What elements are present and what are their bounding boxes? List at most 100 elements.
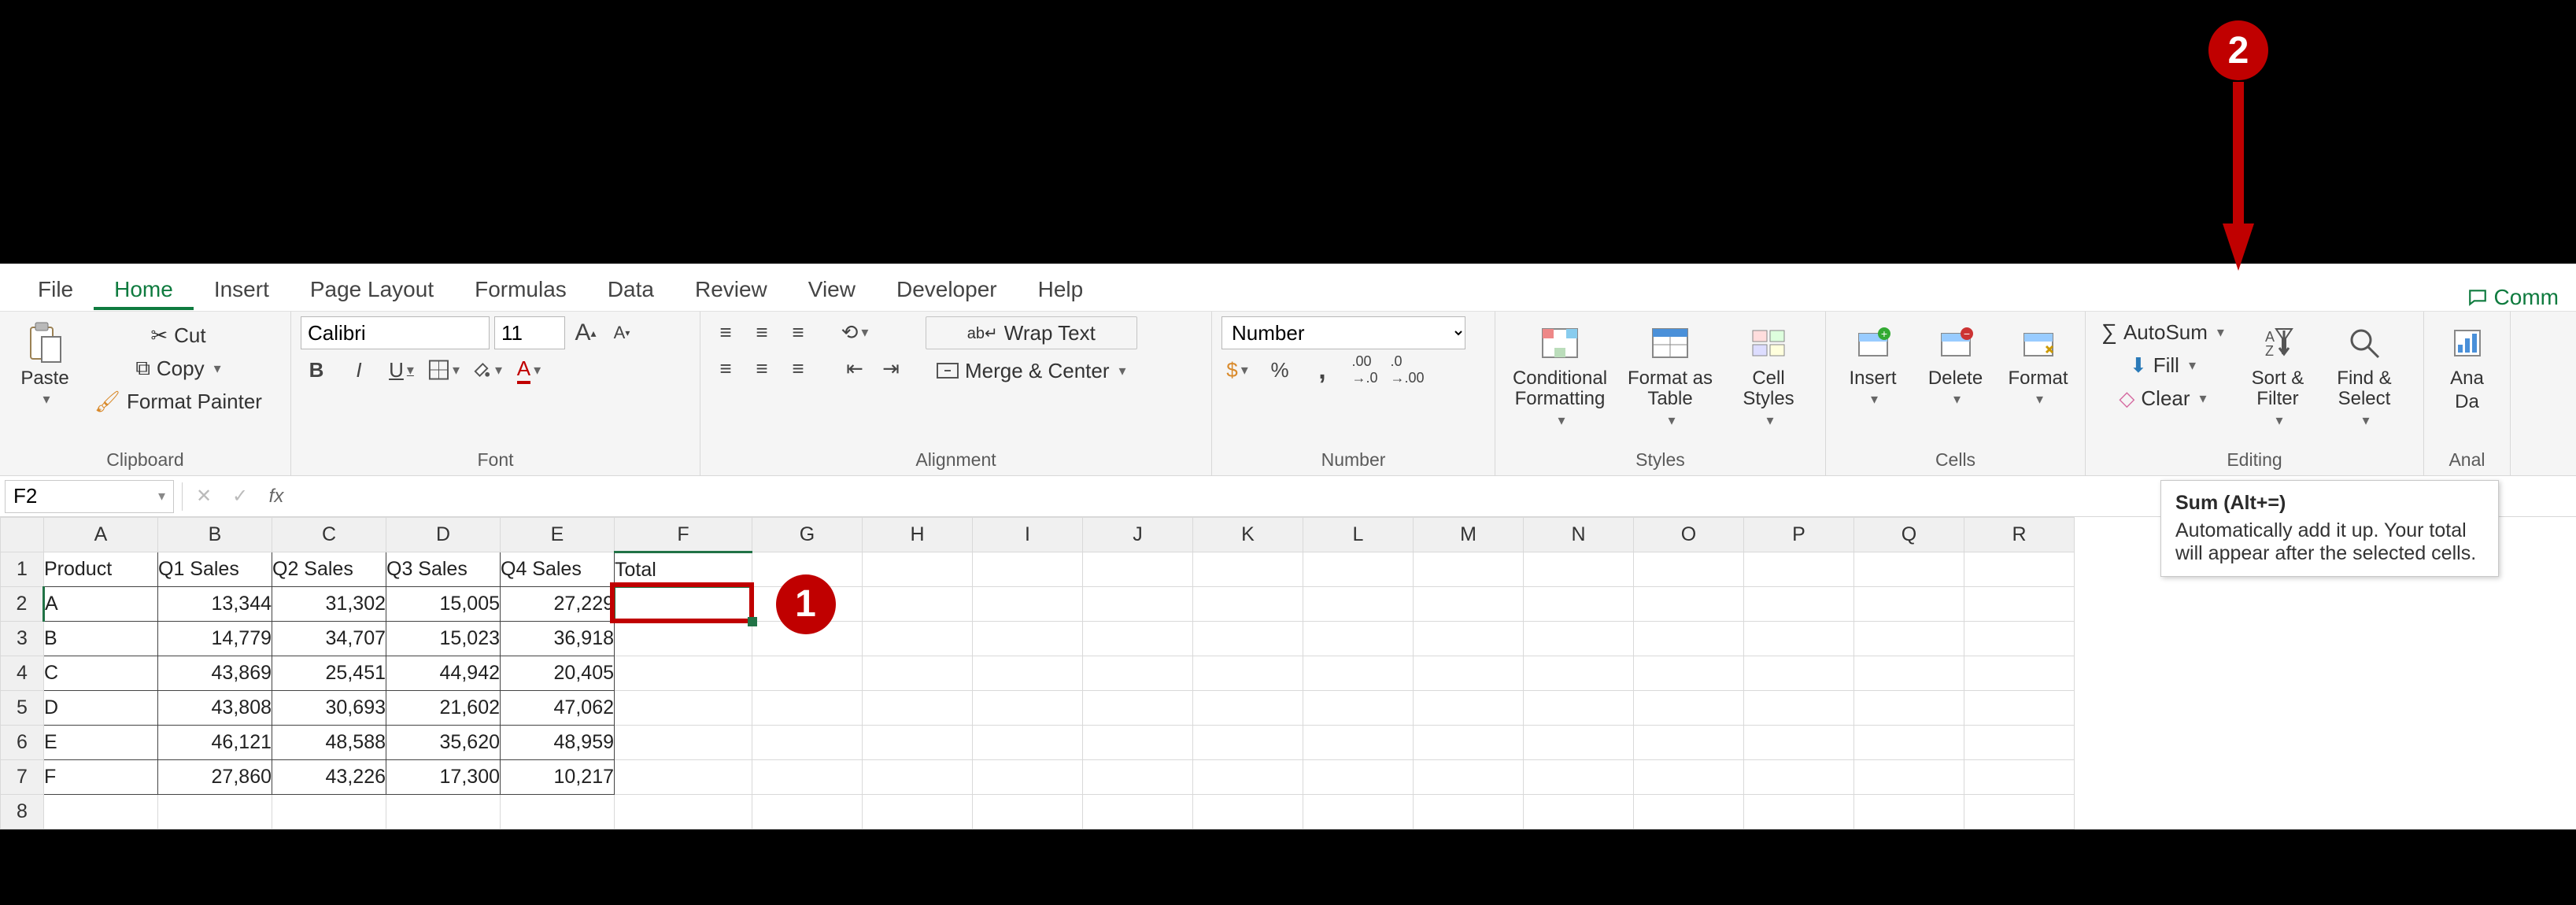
cell-R7[interactable] xyxy=(1964,760,2075,795)
col-header-G[interactable]: G xyxy=(752,518,863,552)
cell-Q1[interactable] xyxy=(1854,552,1964,587)
sort-filter-button[interactable]: AZ Sort & Filter▾ xyxy=(2238,316,2317,429)
cell-H2[interactable] xyxy=(863,587,973,622)
cell-L7[interactable] xyxy=(1303,760,1414,795)
cell-B1[interactable]: Q1 Sales xyxy=(158,552,272,587)
cell-E2[interactable]: 27,229 xyxy=(501,587,615,622)
cell-M7[interactable] xyxy=(1414,760,1524,795)
cell-G4[interactable] xyxy=(752,656,863,691)
increase-indent-button[interactable]: ⇥ xyxy=(875,353,907,384)
comments-button[interactable]: Comm xyxy=(2467,285,2559,310)
cell-M4[interactable] xyxy=(1414,656,1524,691)
cell-Q4[interactable] xyxy=(1854,656,1964,691)
cell-H4[interactable] xyxy=(863,656,973,691)
cell-L8[interactable] xyxy=(1303,795,1414,829)
cell-L2[interactable] xyxy=(1303,587,1414,622)
cell-L6[interactable] xyxy=(1303,726,1414,760)
cell-M5[interactable] xyxy=(1414,691,1524,726)
cell-A8[interactable] xyxy=(44,795,158,829)
orientation-button[interactable]: ⟲▾ xyxy=(839,316,870,348)
clear-button[interactable]: ◇ Clear ▾ xyxy=(2095,384,2230,412)
row-header-8[interactable]: 8 xyxy=(1,795,44,829)
cell-P3[interactable] xyxy=(1744,622,1854,656)
cell-O3[interactable] xyxy=(1634,622,1744,656)
cell-P6[interactable] xyxy=(1744,726,1854,760)
cell-styles-button[interactable]: Cell Styles▾ xyxy=(1725,316,1812,429)
tab-insert[interactable]: Insert xyxy=(194,269,290,310)
cell-A2[interactable]: A xyxy=(44,587,158,622)
col-header-D[interactable]: D xyxy=(386,518,501,552)
cell-R8[interactable] xyxy=(1964,795,2075,829)
cell-A4[interactable]: C xyxy=(44,656,158,691)
cell-B4[interactable]: 43,869 xyxy=(158,656,272,691)
cell-E7[interactable]: 10,217 xyxy=(501,760,615,795)
cell-M6[interactable] xyxy=(1414,726,1524,760)
cell-J8[interactable] xyxy=(1083,795,1193,829)
col-header-N[interactable]: N xyxy=(1524,518,1634,552)
cell-O2[interactable] xyxy=(1634,587,1744,622)
cell-F3[interactable] xyxy=(615,622,752,656)
cell-C1[interactable]: Q2 Sales xyxy=(272,552,386,587)
copy-button[interactable]: ⧉ Copy ▾ xyxy=(88,354,268,382)
cell-O5[interactable] xyxy=(1634,691,1744,726)
cell-M3[interactable] xyxy=(1414,622,1524,656)
cell-R2[interactable] xyxy=(1964,587,2075,622)
cell-E4[interactable]: 20,405 xyxy=(501,656,615,691)
col-header-L[interactable]: L xyxy=(1303,518,1414,552)
tab-help[interactable]: Help xyxy=(1018,269,1104,310)
find-select-button[interactable]: Find & Select▾ xyxy=(2325,316,2404,429)
cell-E8[interactable] xyxy=(501,795,615,829)
cell-C3[interactable]: 34,707 xyxy=(272,622,386,656)
wrap-text-button[interactable]: ab↵ Wrap Text xyxy=(926,316,1137,349)
cell-J5[interactable] xyxy=(1083,691,1193,726)
cell-P2[interactable] xyxy=(1744,587,1854,622)
bold-button[interactable]: B xyxy=(301,354,332,386)
chevron-down-icon[interactable]: ▾ xyxy=(2214,324,2224,341)
cell-L3[interactable] xyxy=(1303,622,1414,656)
cell-J2[interactable] xyxy=(1083,587,1193,622)
cell-R6[interactable] xyxy=(1964,726,2075,760)
align-bottom-button[interactable]: ≡ xyxy=(782,316,814,348)
cell-H1[interactable] xyxy=(863,552,973,587)
cell-J7[interactable] xyxy=(1083,760,1193,795)
cell-M1[interactable] xyxy=(1414,552,1524,587)
align-center-button[interactable]: ≡ xyxy=(746,353,778,384)
cell-B8[interactable] xyxy=(158,795,272,829)
paste-button[interactable]: Paste ▾ xyxy=(9,316,80,408)
cell-D8[interactable] xyxy=(386,795,501,829)
cell-L4[interactable] xyxy=(1303,656,1414,691)
delete-cells-button[interactable]: − Delete▾ xyxy=(1918,316,1993,408)
cell-D5[interactable]: 21,602 xyxy=(386,691,501,726)
cell-C8[interactable] xyxy=(272,795,386,829)
cell-F8[interactable] xyxy=(615,795,752,829)
align-middle-button[interactable]: ≡ xyxy=(746,316,778,348)
cell-I1[interactable] xyxy=(973,552,1083,587)
cell-I7[interactable] xyxy=(973,760,1083,795)
cell-J1[interactable] xyxy=(1083,552,1193,587)
insert-cells-button[interactable]: + Insert▾ xyxy=(1835,316,1910,408)
cell-Q6[interactable] xyxy=(1854,726,1964,760)
autosum-button[interactable]: ∑ AutoSum ▾ xyxy=(2095,318,2230,346)
decrease-decimal-button[interactable]: .0→.00 xyxy=(1391,354,1423,386)
analyze-data-button[interactable]: Ana Da xyxy=(2436,316,2499,413)
row-header-7[interactable]: 7 xyxy=(1,760,44,795)
percent-button[interactable]: % xyxy=(1264,354,1295,386)
col-header-J[interactable]: J xyxy=(1083,518,1193,552)
cell-B3[interactable]: 14,779 xyxy=(158,622,272,656)
shrink-font-button[interactable]: A▾ xyxy=(606,317,638,349)
cell-J3[interactable] xyxy=(1083,622,1193,656)
cell-H3[interactable] xyxy=(863,622,973,656)
conditional-formatting-button[interactable]: Conditional Formatting▾ xyxy=(1505,316,1615,429)
row-header-2[interactable]: 2 xyxy=(1,587,44,622)
decrease-indent-button[interactable]: ⇤ xyxy=(839,353,870,384)
cell-A5[interactable]: D xyxy=(44,691,158,726)
cell-O7[interactable] xyxy=(1634,760,1744,795)
col-header-Q[interactable]: Q xyxy=(1854,518,1964,552)
cell-F4[interactable] xyxy=(615,656,752,691)
col-header-H[interactable]: H xyxy=(863,518,973,552)
cell-N3[interactable] xyxy=(1524,622,1634,656)
italic-button[interactable]: I xyxy=(343,354,375,386)
underline-button[interactable]: U▾ xyxy=(386,354,417,386)
cell-Q2[interactable] xyxy=(1854,587,1964,622)
col-header-A[interactable]: A xyxy=(44,518,158,552)
